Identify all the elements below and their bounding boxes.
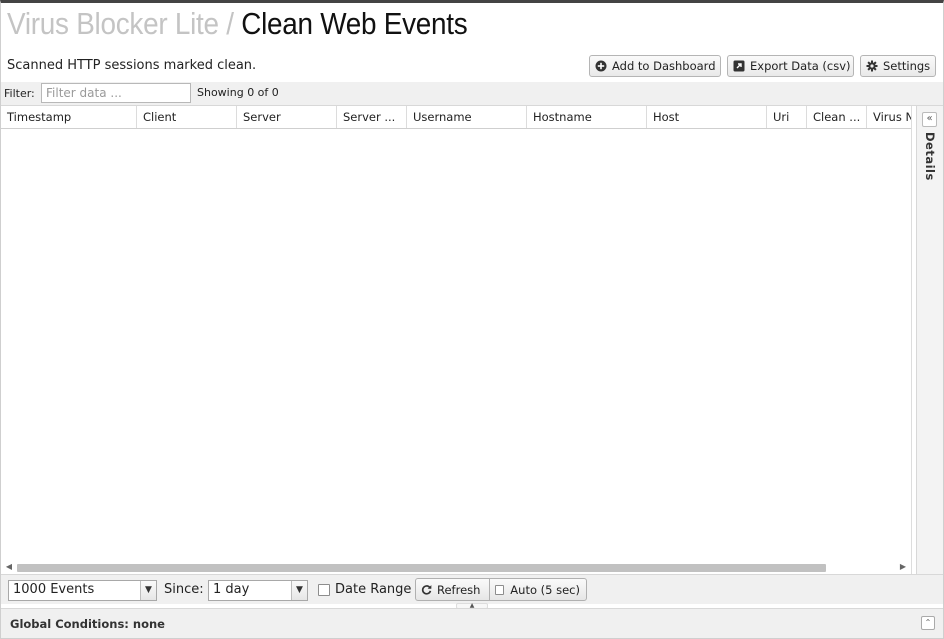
scroll-left-icon[interactable]: ◀: [4, 562, 14, 572]
column-header-virus-name[interactable]: Virus N: [867, 106, 911, 128]
settings-button[interactable]: Settings: [860, 55, 936, 77]
auto-refresh-toggle[interactable]: Auto (5 sec): [489, 578, 587, 601]
date-range-checkbox[interactable]: [318, 584, 330, 596]
scroll-right-icon[interactable]: ▶: [898, 562, 908, 572]
add-to-dashboard-button[interactable]: Add to Dashboard: [589, 55, 721, 77]
refresh-icon: [421, 584, 432, 595]
column-header-clean[interactable]: Clean ...: [807, 106, 867, 128]
column-header-client[interactable]: Client: [137, 106, 237, 128]
chevron-double-left-icon[interactable]: «: [922, 112, 937, 127]
refresh-label: Refresh: [437, 582, 481, 597]
column-header-server-port[interactable]: Server ...: [337, 106, 407, 128]
breadcrumb-page-title: Clean Web Events: [241, 6, 468, 41]
filter-input[interactable]: [41, 83, 191, 103]
settings-label: Settings: [883, 59, 931, 73]
column-header-timestamp[interactable]: Timestamp: [1, 106, 137, 128]
events-grid[interactable]: Timestamp Client Server Server ... Usern…: [1, 106, 912, 574]
since-value: 1 day: [213, 582, 250, 597]
scrollbar-thumb[interactable]: [17, 564, 826, 572]
export-data-label: Export Data (csv): [750, 59, 851, 73]
chevron-down-icon[interactable]: ▼: [140, 581, 156, 600]
auto-refresh-checkbox[interactable]: [495, 584, 505, 595]
external-link-icon: [733, 60, 745, 72]
date-range-label: Date Range: [335, 582, 412, 597]
global-conditions-bar: Global Conditions: none ⌃: [1, 608, 943, 638]
showing-count: Showing 0 of 0: [197, 86, 279, 99]
column-header-server[interactable]: Server: [237, 106, 337, 128]
events-limit-select[interactable]: 1000 Events ▼: [8, 580, 157, 601]
grid-header: Timestamp Client Server Server ... Usern…: [1, 106, 911, 129]
filter-label: Filter:: [4, 87, 35, 100]
since-select[interactable]: 1 day ▼: [208, 580, 308, 601]
add-to-dashboard-label: Add to Dashboard: [612, 59, 716, 73]
page-description: Scanned HTTP sessions marked clean.: [7, 58, 257, 73]
column-header-username[interactable]: Username: [407, 106, 527, 128]
since-label: Since:: [164, 582, 204, 597]
details-panel-label[interactable]: Details: [923, 132, 937, 181]
chevron-down-icon[interactable]: ▼: [291, 581, 307, 600]
horizontal-scrollbar[interactable]: ◀ ▶: [1, 560, 911, 574]
column-header-host[interactable]: Host: [647, 106, 767, 128]
plus-circle-icon: [595, 60, 607, 72]
chevron-double-up-icon[interactable]: ⌃: [921, 616, 935, 630]
auto-refresh-label: Auto (5 sec): [510, 582, 580, 597]
global-conditions-label: Global Conditions: none: [10, 617, 165, 631]
bottom-toolbar: 1000 Events ▼ Since: 1 day ▼ Date Range …: [1, 574, 943, 604]
events-limit-value: 1000 Events: [13, 582, 95, 597]
export-data-button[interactable]: Export Data (csv): [727, 55, 854, 77]
breadcrumb-app-name[interactable]: Virus Blocker Lite: [7, 6, 219, 41]
details-panel: « Details: [916, 106, 943, 574]
filter-bar: Filter: Showing 0 of 0: [1, 82, 943, 106]
gear-icon: [866, 60, 878, 72]
column-header-uri[interactable]: Uri: [767, 106, 807, 128]
column-header-hostname[interactable]: Hostname: [527, 106, 647, 128]
refresh-button[interactable]: Refresh: [415, 578, 490, 601]
breadcrumb-separator: /: [226, 6, 234, 41]
page-title: Virus Blocker Lite / Clean Web Events: [7, 6, 468, 42]
